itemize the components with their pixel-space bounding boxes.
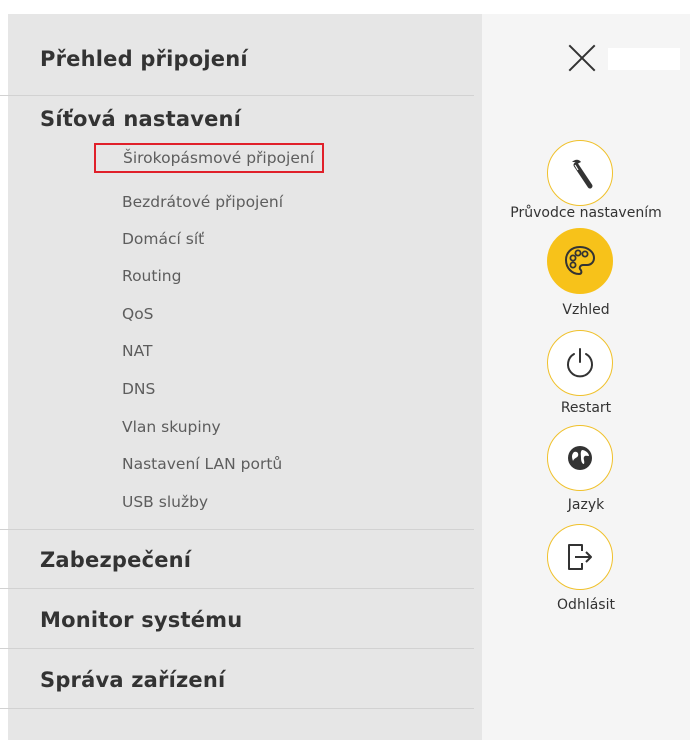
menu-section-system-monitor[interactable]: Monitor systému: [40, 608, 242, 632]
power-icon: [567, 348, 593, 378]
menu-section-network-row: [0, 96, 474, 530]
language-button[interactable]: [547, 425, 613, 491]
setup-wizard-button[interactable]: [547, 140, 613, 206]
menu-section-device-management[interactable]: Správa zařízení: [40, 668, 225, 692]
restart-button[interactable]: [547, 330, 613, 396]
wand-icon: [572, 159, 593, 189]
menu-section-security[interactable]: Zabezpečení: [40, 548, 191, 572]
palette-icon: [564, 245, 596, 276]
setup-wizard-label: Průvodce nastavením: [510, 205, 662, 221]
close-menu-button[interactable]: [566, 42, 598, 74]
header-placeholder-bar: [608, 48, 680, 70]
logout-icon: [568, 544, 592, 570]
restart-label: Restart: [560, 400, 612, 416]
theme-button[interactable]: [547, 228, 613, 294]
logout-label: Odhlásit: [557, 597, 615, 613]
logout-button[interactable]: [547, 524, 613, 590]
theme-label: Vzhled: [562, 302, 610, 318]
menu-section-overview[interactable]: Přehled připojení: [40, 47, 248, 71]
globe-icon: [568, 446, 592, 470]
language-label: Jazyk: [567, 497, 605, 513]
